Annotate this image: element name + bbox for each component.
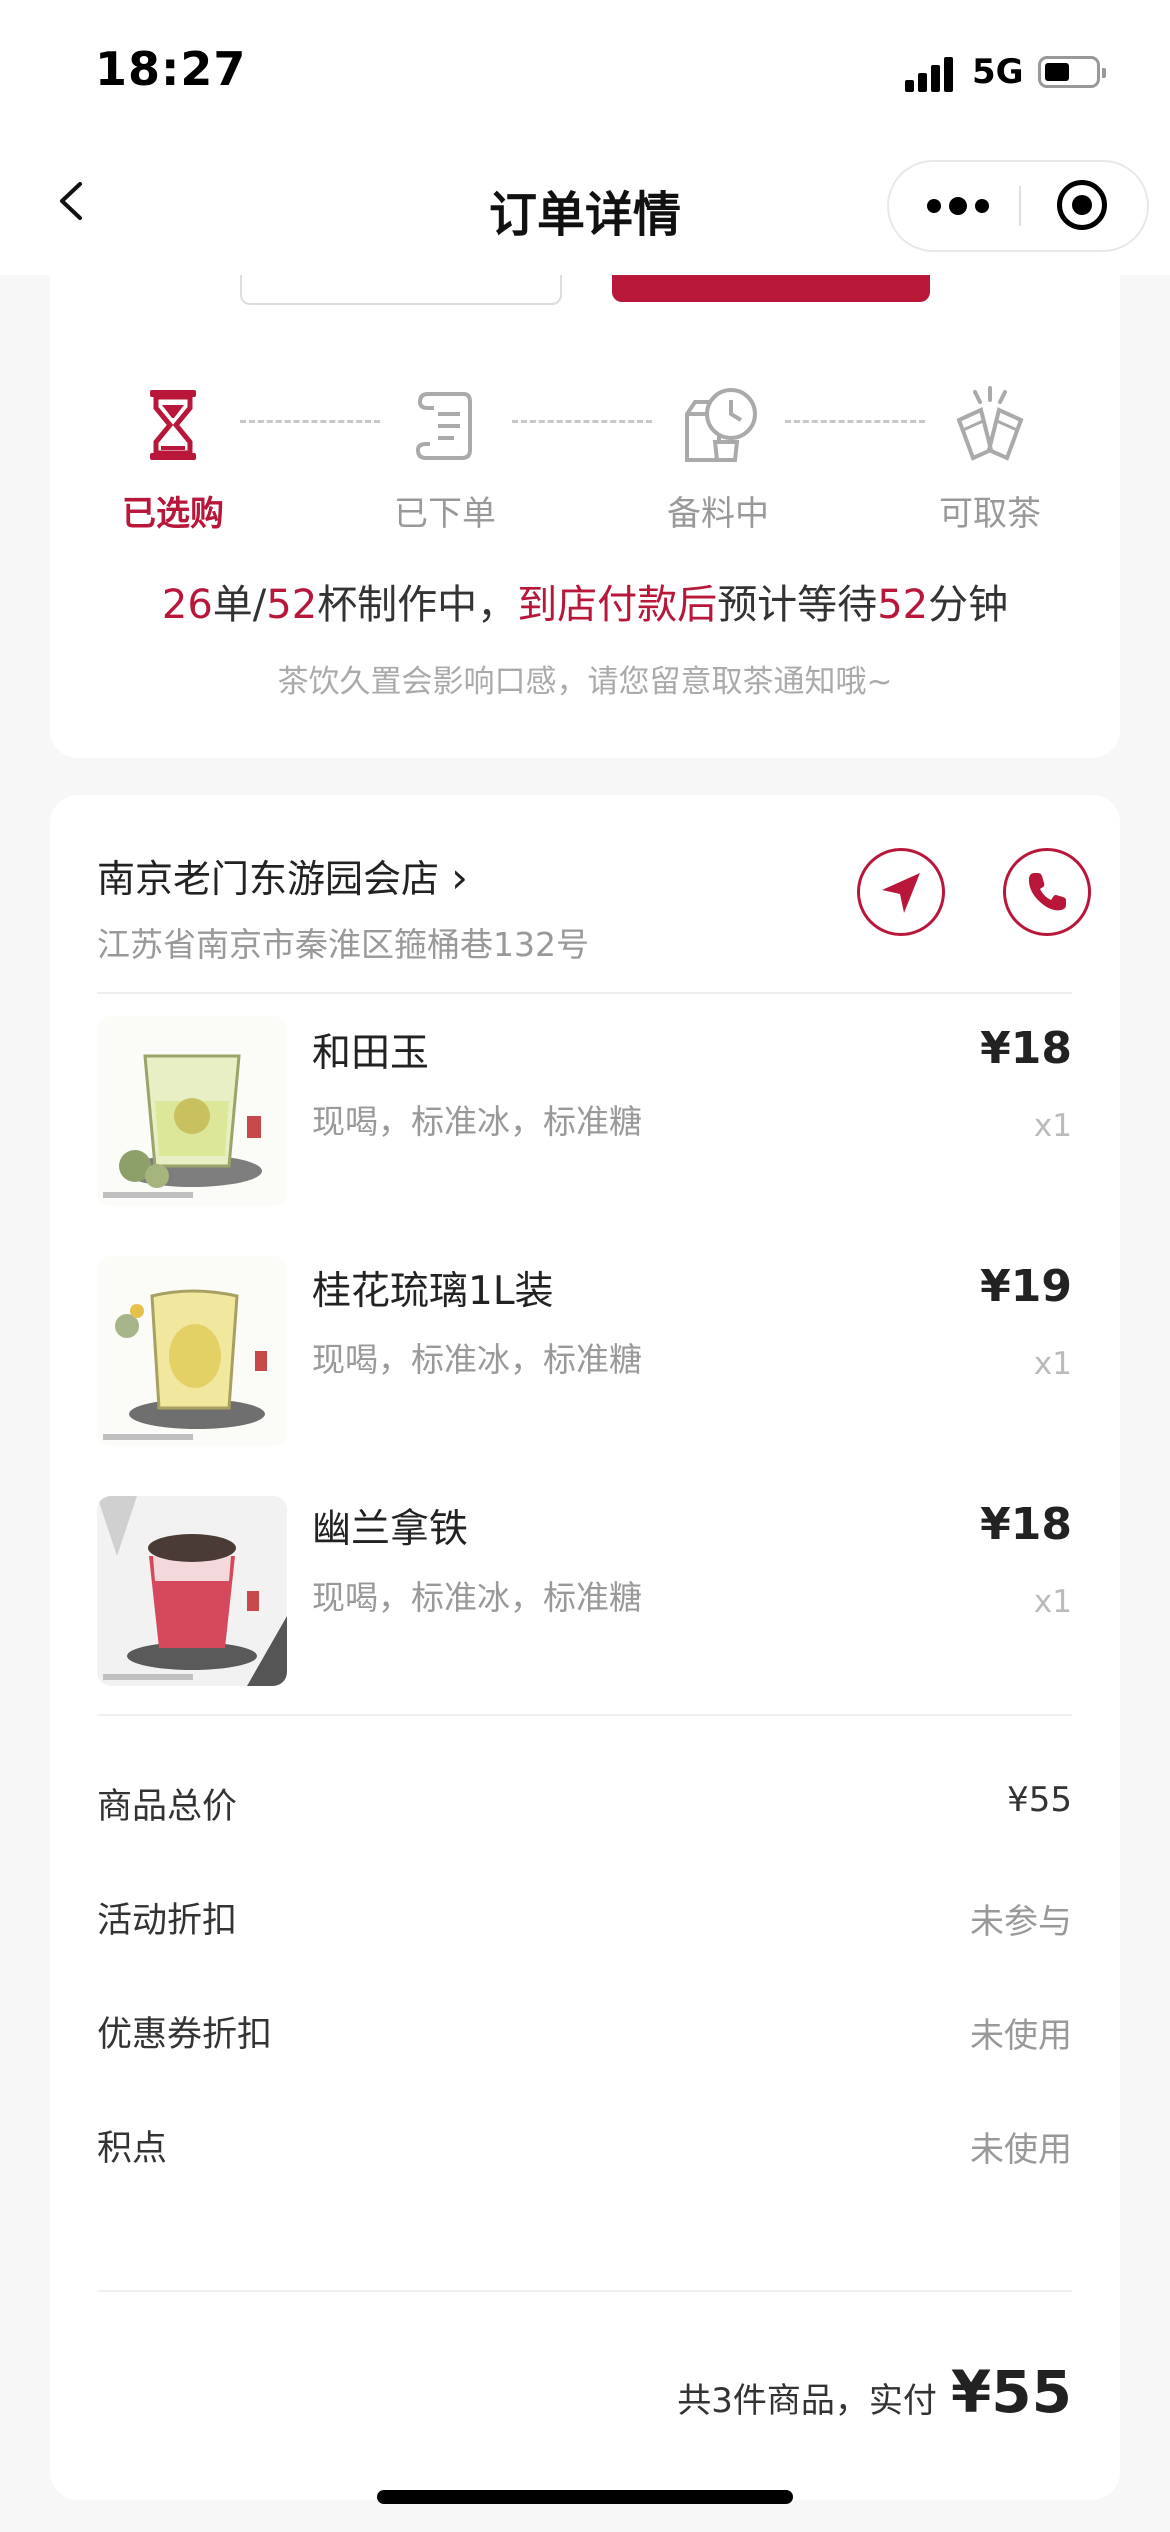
navigate-button[interactable] bbox=[857, 848, 945, 936]
wait-prefix: 预计等待 bbox=[717, 582, 878, 628]
item-qty: x1 bbox=[1033, 1584, 1072, 1620]
store-name: 南京老门东游园会店 bbox=[97, 857, 440, 901]
cups-count: 52 bbox=[266, 582, 318, 628]
item-qty: x1 bbox=[1033, 1346, 1072, 1382]
status-time: 18:27 bbox=[95, 42, 247, 96]
hourglass-icon bbox=[150, 390, 196, 460]
item-qty: x1 bbox=[1033, 1108, 1072, 1144]
divider bbox=[97, 992, 1072, 994]
secondary-button[interactable] bbox=[240, 275, 562, 305]
network-type: 5G bbox=[972, 52, 1024, 92]
primary-button[interactable] bbox=[612, 275, 930, 302]
pickup-hint: 茶饮久置会影响口感，请您留意取茶通知哦~ bbox=[277, 664, 893, 700]
mini-program-capsule bbox=[887, 160, 1149, 252]
product-image-hetianyu bbox=[97, 1016, 287, 1206]
queue-progress-text: 26单/52杯制作中，到店付款后预计等待52分钟 bbox=[0, 572, 1170, 630]
minutes-unit: 分钟 bbox=[928, 582, 1009, 628]
status-bar: 18:27 5G bbox=[0, 0, 1170, 150]
summary-value: 未参与 bbox=[970, 1902, 1072, 1942]
summary-label: 商品总价 bbox=[97, 1787, 238, 1827]
signal-icon bbox=[905, 56, 957, 92]
cups-unit: 杯制作中， bbox=[317, 582, 518, 628]
chevron-right-icon: › bbox=[451, 853, 468, 902]
total-label: 共3件商品，实付 bbox=[677, 2381, 937, 2421]
step-ready: 可取茶 bbox=[900, 380, 1080, 535]
store-address: 江苏省南京市秦淮区箍桶巷132号 bbox=[97, 925, 589, 964]
more-icon[interactable] bbox=[927, 162, 989, 250]
item-price: ¥18 bbox=[980, 1499, 1072, 1550]
scroll-icon bbox=[415, 392, 472, 460]
navigation-arrow-icon bbox=[882, 873, 920, 913]
phone-icon bbox=[1028, 873, 1066, 911]
total-amount: ¥55 bbox=[950, 2358, 1072, 2426]
divider bbox=[97, 1714, 1072, 1716]
item-price: ¥18 bbox=[980, 1023, 1072, 1074]
battery-icon bbox=[1038, 56, 1106, 88]
cheers-cups-icon bbox=[956, 386, 1024, 461]
milk-clock-icon bbox=[685, 388, 757, 462]
summary-value: 未使用 bbox=[970, 2130, 1072, 2170]
step-selected: 已选购 bbox=[83, 380, 263, 535]
step-label: 已选购 bbox=[122, 494, 224, 534]
home-indicator bbox=[377, 2490, 793, 2504]
wait-minutes: 52 bbox=[877, 582, 929, 628]
store-name-link[interactable]: 南京老门东游园会店 › bbox=[97, 848, 468, 903]
item-spec: 现喝，标准冰，标准糖 bbox=[312, 1578, 642, 1617]
payment-total: 共3件商品，实付 ¥55 bbox=[677, 2358, 1072, 2426]
item-price: ¥19 bbox=[980, 1261, 1072, 1312]
summary-value: ¥55 bbox=[1007, 1780, 1072, 1820]
close-miniprogram-icon[interactable] bbox=[1057, 180, 1107, 230]
item-name: 幽兰拿铁 bbox=[312, 1507, 469, 1552]
step-label: 备料中 bbox=[667, 494, 769, 534]
summary-label: 优惠券折扣 bbox=[97, 2015, 273, 2055]
pay-note: 到店付款后 bbox=[517, 582, 718, 628]
product-image-guihua bbox=[97, 1256, 287, 1446]
product-image-youlan-latte bbox=[97, 1496, 287, 1686]
item-name: 和田玉 bbox=[312, 1031, 430, 1076]
summary-label: 积点 bbox=[97, 2129, 168, 2169]
orders-count: 26 bbox=[161, 582, 213, 628]
step-preparing: 备料中 bbox=[628, 380, 808, 535]
orders-unit: 单/ bbox=[212, 582, 267, 628]
item-name: 桂花琉璃1L装 bbox=[312, 1269, 554, 1314]
summary-value: 未使用 bbox=[970, 2016, 1072, 2056]
divider bbox=[97, 2290, 1072, 2292]
step-ordered: 已下单 bbox=[355, 380, 535, 535]
call-store-button[interactable] bbox=[1003, 848, 1091, 936]
summary-label: 活动折扣 bbox=[97, 1901, 238, 1941]
item-spec: 现喝，标准冰，标准糖 bbox=[312, 1340, 642, 1379]
step-label: 可取茶 bbox=[939, 494, 1041, 534]
step-label: 已下单 bbox=[394, 494, 496, 534]
capsule-divider bbox=[1019, 186, 1021, 226]
item-spec: 现喝，标准冰，标准糖 bbox=[312, 1102, 642, 1141]
